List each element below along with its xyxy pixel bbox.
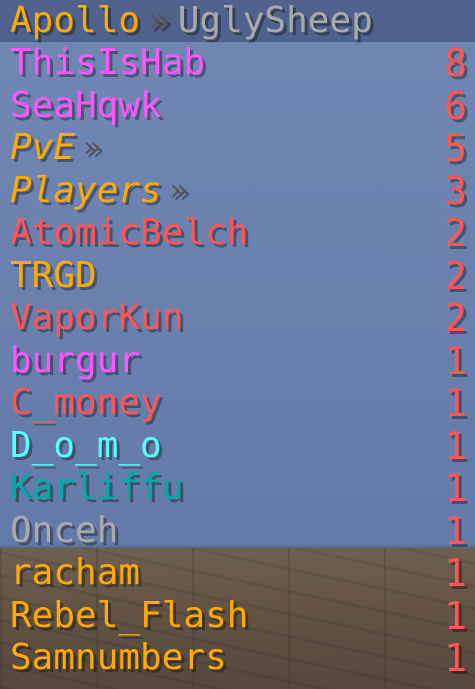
row-label: Players [10, 169, 162, 211]
scoreboard-row: C_money 1 [0, 382, 475, 425]
row-label: D_o_m_o [10, 424, 162, 466]
score-value: 1 [444, 636, 467, 680]
score-value: 6 [444, 83, 467, 128]
player-name: ThisIsHab [10, 42, 205, 85]
scoreboard-row: AtomicBelch 2 [0, 212, 475, 255]
row-label: AtomicBelch [10, 212, 249, 253]
row-label: TRGD [10, 254, 97, 296]
scoreboard-row: ThisIsHab 8 [0, 42, 475, 85]
player-name: Samnumbers [10, 637, 227, 680]
scoreboard-rows: ThisIsHab 8 SeaHqwk 6 PvE» 5 Players» 3 AtomicBe… [0, 42, 475, 680]
row-label: SeaHqwk [10, 84, 162, 126]
player-name: Onceh [10, 510, 118, 553]
expand-arrow-icon: » [83, 130, 102, 165]
player-name: C_money [10, 382, 162, 425]
score-value: 1 [444, 508, 467, 553]
score-value: 2 [444, 211, 467, 255]
player-name: Players» [10, 170, 188, 213]
score-value: 1 [444, 593, 467, 638]
scoreboard-row: PvE» 5 [0, 127, 475, 170]
player-name: SeaHqwk [10, 85, 162, 128]
player-name: VaporKun [10, 297, 183, 340]
row-label: Karliffu [10, 467, 184, 508]
scoreboard-row: Rebel_Flash 1 [0, 593, 475, 638]
score-value: 1 [444, 466, 467, 510]
row-label: Rebel_Flash [10, 594, 249, 636]
player-name: Karliffu [10, 467, 183, 510]
scoreboard-row: Samnumbers 1 [0, 637, 475, 680]
score-value: 2 [444, 253, 467, 298]
scoreboard-title-bar: Apollo» UglySheep [0, 0, 475, 42]
scoreboard-row: racham 1 [0, 552, 475, 595]
scoreboard-row: SeaHqwk 6 [0, 83, 475, 128]
score-value: 2 [444, 296, 467, 340]
row-label: burgur [10, 339, 141, 381]
row-label: C_money [10, 382, 162, 423]
score-value: 1 [444, 551, 467, 595]
scoreboard-row: Onceh 1 [0, 508, 475, 553]
score-value: 1 [444, 423, 467, 468]
expand-arrow-icon: » [169, 172, 188, 208]
player-name: D_o_m_o [10, 425, 162, 468]
title-player-name: UglySheep [177, 0, 373, 41]
row-label: racham [10, 552, 141, 593]
player-name: racham [10, 552, 140, 595]
scoreboard-title: Apollo» UglySheep [10, 0, 373, 42]
scoreboard-row: TRGD 2 [0, 253, 475, 298]
scoreboard-row: Karliffu 1 [0, 467, 475, 510]
player-name: AtomicBelch [10, 212, 248, 255]
score-value: 3 [444, 168, 467, 213]
scoreboard-sidebar: Apollo» UglySheep ThisIsHab 8 SeaHqwk 6 PvE» 5… [0, 0, 475, 689]
player-name: PvE» [10, 127, 101, 170]
row-label: PvE [10, 127, 76, 168]
score-value: 1 [444, 381, 467, 425]
row-label: Onceh [10, 509, 119, 551]
title-group-name: Apollo [10, 0, 141, 41]
score-value: 5 [444, 126, 467, 170]
player-name: TRGD [10, 255, 97, 298]
row-label: VaporKun [10, 297, 184, 338]
scoreboard-row: burgur 1 [0, 338, 475, 383]
title-separator: » [148, 0, 170, 41]
row-label: ThisIsHab [10, 42, 206, 83]
scoreboard-row: VaporKun 2 [0, 297, 475, 340]
scoreboard-row: D_o_m_o 1 [0, 423, 475, 468]
player-name: burgur [10, 340, 140, 383]
score-value: 8 [444, 41, 467, 85]
player-name: Rebel_Flash [10, 595, 248, 638]
score-value: 1 [444, 338, 467, 383]
row-label: Samnumbers [10, 637, 227, 678]
scoreboard-row: Players» 3 [0, 168, 475, 213]
